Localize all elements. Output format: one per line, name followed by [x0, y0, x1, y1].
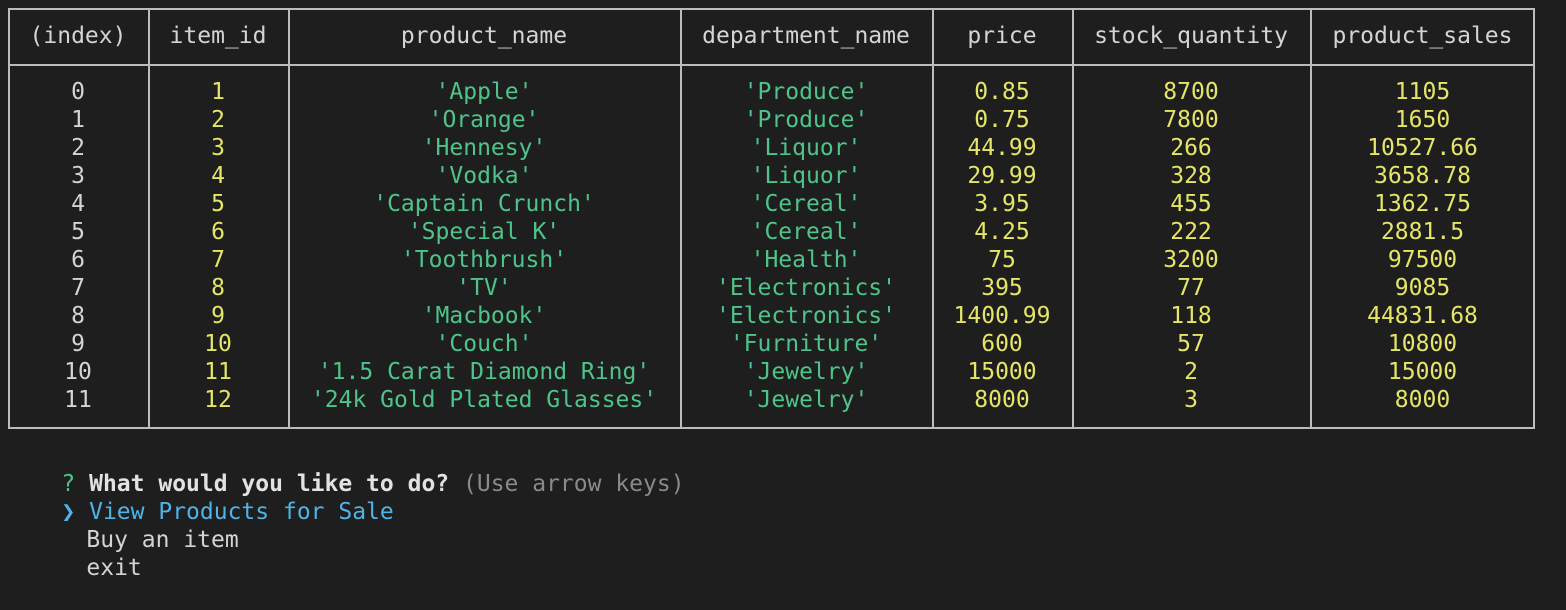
- table-cell-index: 0: [71, 79, 85, 105]
- table-cell-price: 0.75: [974, 107, 1030, 133]
- table-cell-product-sales: 2881.5: [1380, 219, 1465, 245]
- table-cell-product-name: 'Orange': [428, 107, 540, 133]
- table-cell-stock-quantity: 3: [1184, 387, 1198, 413]
- table-cell-product-name: 'Apple': [435, 79, 533, 105]
- table-cell-stock-quantity: 3200: [1163, 247, 1219, 273]
- table-cell-stock-quantity: 2: [1184, 359, 1198, 385]
- column-header-product-sales: product_sales: [1332, 23, 1513, 49]
- table-cell-item-id: 4: [211, 163, 225, 189]
- table-cell-product-sales: 1650: [1394, 107, 1451, 133]
- table-cell-department-name: 'Health': [750, 247, 862, 273]
- table-cell-department-name: 'Furniture': [729, 331, 883, 357]
- column-header-item-id: item_id: [169, 23, 267, 49]
- table-cell-product-name: 'Toothbrush': [400, 247, 568, 273]
- table-cell-product-sales: 1362.75: [1374, 191, 1471, 217]
- menu-option-exit[interactable]: exit: [6, 526, 141, 581]
- table-cell-index: 3: [71, 163, 85, 189]
- prompt-hint: (Use arrow keys): [463, 471, 685, 497]
- table-cell-stock-quantity: 8700: [1163, 79, 1219, 105]
- prompt-question-line: ? What would you like to do? (Use arrow …: [6, 442, 684, 497]
- table-cell-product-sales: 44831.68: [1367, 303, 1478, 329]
- table-cell-product-name: '24k Gold Plated Glasses': [310, 387, 658, 413]
- table-cell-index: 9: [71, 331, 85, 357]
- table-cell-price: 1400.99: [953, 303, 1051, 329]
- table-cell-index: 8: [71, 303, 85, 329]
- table-cell-product-name: 'Special K': [407, 219, 561, 245]
- table-cell-item-id: 6: [211, 219, 225, 245]
- table-cell-item-id: 11: [204, 359, 232, 385]
- column-header-price: price: [967, 23, 1037, 49]
- table-cell-price: 15000: [967, 359, 1037, 385]
- table-cell-index: 5: [71, 219, 85, 245]
- column-header-stock-quantity: stock_quantity: [1094, 23, 1288, 49]
- menu-option-buy-item[interactable]: Buy an item: [6, 498, 238, 553]
- table-cell-product-name: 'Macbook': [421, 303, 547, 329]
- table-cell-stock-quantity: 77: [1177, 275, 1205, 301]
- table-cell-price: 0.85: [974, 79, 1030, 105]
- table-cell-product-name: 'Couch': [435, 331, 533, 357]
- table-cell-item-id: 12: [204, 387, 232, 413]
- table-cell-stock-quantity: 57: [1177, 331, 1205, 357]
- table-cell-price: 3.95: [974, 191, 1030, 217]
- table-cell-price: 75: [988, 247, 1016, 273]
- table-cell-item-id: 8: [211, 275, 225, 301]
- table-cell-index: 11: [64, 387, 92, 413]
- table-cell-department-name: 'Cereal': [750, 219, 862, 245]
- table-cell-product-sales: 3658.78: [1374, 163, 1471, 189]
- table-cell-product-name: '1.5 Carat Diamond Ring': [317, 359, 651, 385]
- column-header-department-name: department_name: [702, 23, 910, 49]
- table-cell-index: 2: [71, 135, 85, 161]
- table-cell-product-sales: 10527.66: [1367, 135, 1478, 161]
- menu-option-label: exit: [86, 555, 142, 581]
- column-header-product-name: product_name: [400, 23, 568, 49]
- table-header-separator: [8, 64, 1535, 66]
- table-cell-department-name: 'Produce': [743, 79, 869, 105]
- table-cell-price: 600: [981, 331, 1023, 357]
- table-cell-product-sales: 9085: [1394, 275, 1451, 301]
- table-cell-product-sales: 97500: [1387, 247, 1458, 273]
- table-cell-stock-quantity: 328: [1170, 163, 1212, 189]
- table-cell-price: 29.99: [967, 163, 1037, 189]
- table-cell-item-id: 7: [211, 247, 225, 273]
- table-cell-stock-quantity: 222: [1170, 219, 1212, 245]
- table-cell-price: 395: [981, 275, 1023, 301]
- table-cell-index: 10: [64, 359, 92, 385]
- table-cell-product-sales: 10800: [1387, 331, 1458, 357]
- table-cell-price: 4.25: [974, 219, 1030, 245]
- table-cell-department-name: 'Jewelry': [743, 387, 869, 413]
- table-cell-index: 7: [71, 275, 85, 301]
- table-cell-stock-quantity: 7800: [1163, 107, 1219, 133]
- table-cell-department-name: 'Electronics': [715, 275, 896, 301]
- table-cell-stock-quantity: 455: [1170, 191, 1212, 217]
- table-cell-item-id: 2: [211, 107, 225, 133]
- table-cell-stock-quantity: 118: [1170, 303, 1212, 329]
- menu-option-view-products[interactable]: ❯ View Products for Sale: [6, 470, 393, 525]
- table-cell-product-name: 'Hennesy': [421, 135, 547, 161]
- table-cell-price: 8000: [974, 387, 1030, 413]
- column-header-index: (index): [29, 23, 127, 49]
- table-cell-item-id: 3: [211, 135, 225, 161]
- table-cell-item-id: 1: [211, 79, 225, 105]
- table-cell-stock-quantity: 266: [1170, 135, 1212, 161]
- table-cell-item-id: 5: [211, 191, 225, 217]
- table-cell-product-sales: 1105: [1394, 79, 1451, 105]
- table-cell-product-name: 'TV': [456, 275, 512, 301]
- table-cell-price: 44.99: [967, 135, 1037, 161]
- table-cell-product-name: 'Captain Crunch': [373, 191, 595, 217]
- table-cell-department-name: 'Cereal': [750, 191, 862, 217]
- table-cell-product-name: 'Vodka': [435, 163, 533, 189]
- table-cell-index: 4: [71, 191, 85, 217]
- table-cell-department-name: 'Produce': [743, 107, 869, 133]
- table-cell-product-sales: 8000: [1394, 387, 1451, 413]
- terminal-window: (index) item_id product_name department_nam…: [0, 0, 1566, 581]
- table-cell-department-name: 'Liquor': [750, 135, 862, 161]
- table-cell-product-sales: 15000: [1387, 359, 1458, 385]
- table-cell-index: 1: [71, 107, 85, 133]
- table-cell-department-name: 'Electronics': [715, 303, 896, 329]
- table-cell-department-name: 'Liquor': [750, 163, 862, 189]
- table-cell-item-id: 9: [211, 303, 225, 329]
- table-cell-index: 6: [71, 247, 85, 273]
- table-cell-department-name: 'Jewelry': [743, 359, 869, 385]
- table-cell-item-id: 10: [204, 331, 232, 357]
